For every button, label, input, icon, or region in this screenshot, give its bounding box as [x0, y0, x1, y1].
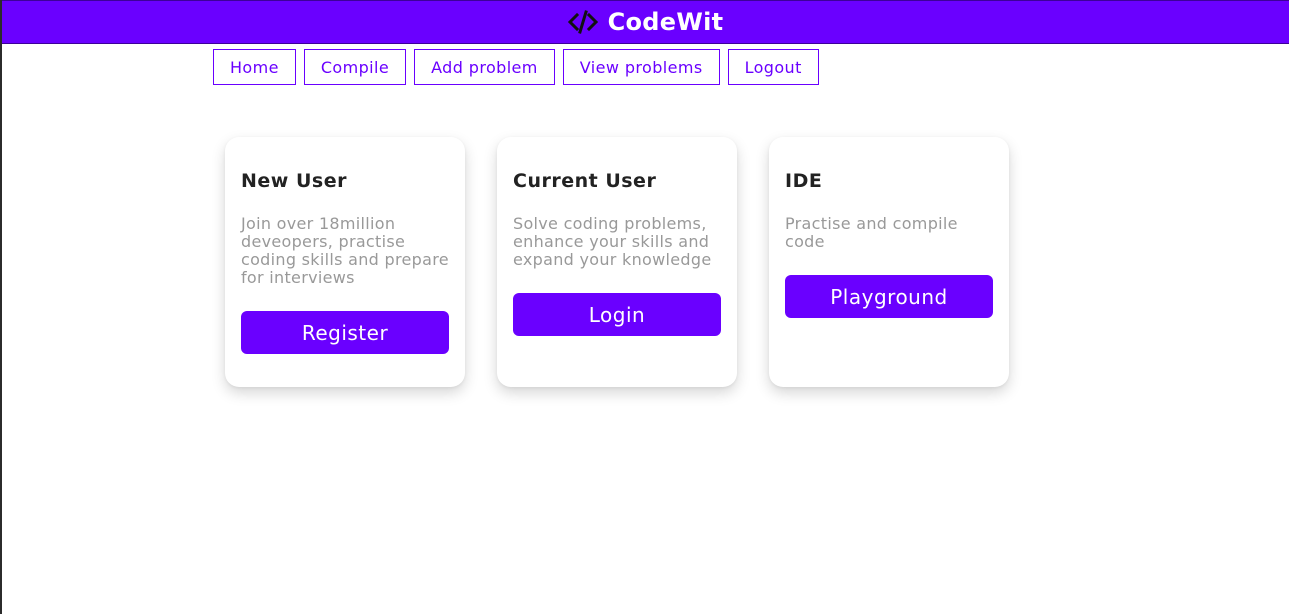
card-description: Practise and compile code — [785, 214, 958, 251]
nav-compile-button[interactable]: Compile — [303, 49, 407, 85]
nav-logout-button[interactable]: Logout — [727, 49, 819, 85]
brand[interactable]: CodeWit — [567, 8, 724, 36]
login-button[interactable]: Login — [513, 293, 721, 336]
card-title: Current User — [513, 170, 657, 192]
nav-home-button[interactable]: Home — [213, 49, 296, 85]
card-current-user: Current User Solve coding problems, enha… — [497, 137, 737, 387]
nav-bar: Home Compile Add problem View problems L… — [213, 49, 819, 85]
code-icon — [567, 10, 598, 34]
card-description: Join over 18million deveopers, practise … — [241, 214, 449, 287]
cards-container: New User Join over 18million deveopers, … — [225, 137, 1009, 387]
card-description: Solve coding problems, enhance your skil… — [513, 214, 712, 269]
card-ide: IDE Practise and compile code Playground — [769, 137, 1009, 387]
brand-title: CodeWit — [607, 8, 724, 36]
nav-view-problems-button[interactable]: View problems — [562, 49, 720, 85]
card-new-user: New User Join over 18million deveopers, … — [225, 137, 465, 387]
card-title: IDE — [785, 170, 823, 192]
nav-add-problem-button[interactable]: Add problem — [414, 49, 555, 85]
card-title: New User — [241, 170, 347, 192]
register-button[interactable]: Register — [241, 311, 449, 354]
playground-button[interactable]: Playground — [785, 275, 993, 318]
top-bar: CodeWit — [2, 0, 1289, 44]
